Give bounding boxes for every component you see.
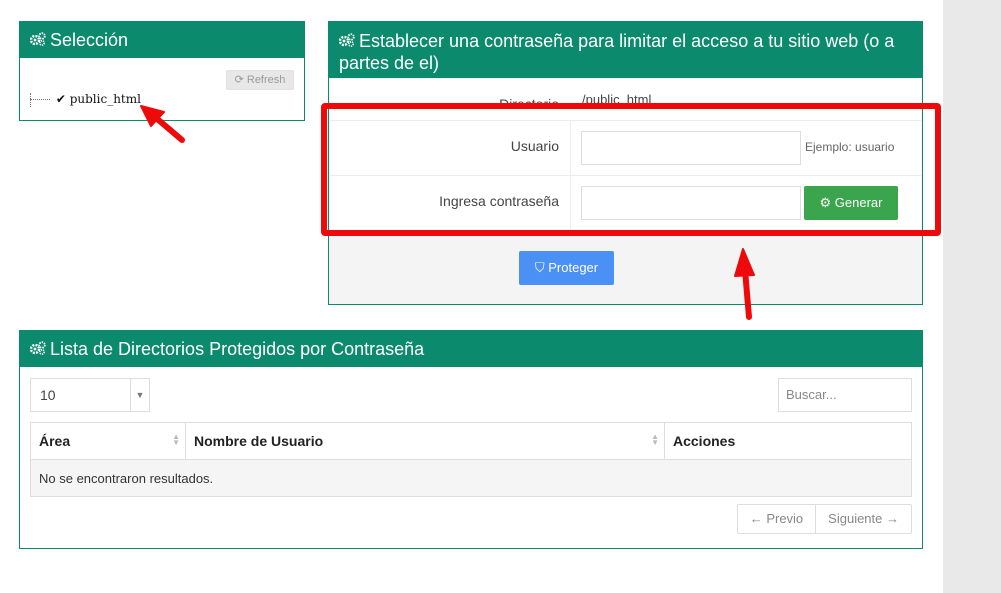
annotation-arrow-tree [140, 105, 185, 143]
annotation-arrow-form [734, 248, 755, 320]
annotation-arrows [140, 105, 755, 320]
